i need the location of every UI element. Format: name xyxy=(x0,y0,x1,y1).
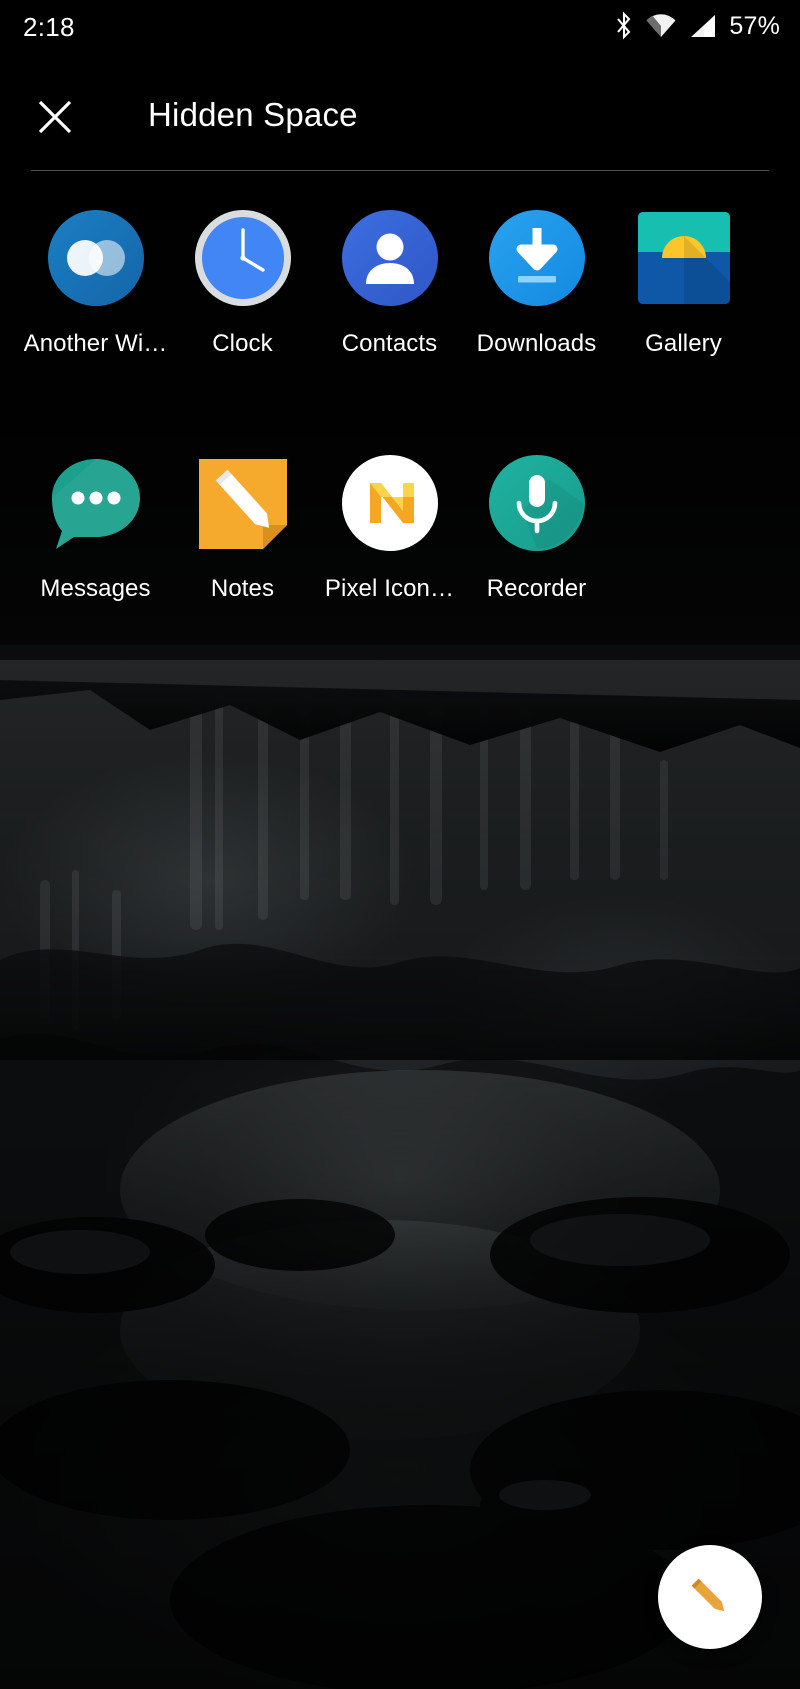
app-item-contacts[interactable]: Contacts xyxy=(316,186,463,431)
app-item-notes[interactable]: Notes xyxy=(169,431,316,676)
gallery-icon xyxy=(634,208,734,308)
close-icon xyxy=(38,100,72,134)
app-label: Messages xyxy=(40,575,151,602)
bluetooth-icon xyxy=(617,11,631,40)
recorder-icon xyxy=(487,453,587,553)
messages-icon xyxy=(46,453,146,553)
another-widget-icon xyxy=(46,208,146,308)
app-item-messages[interactable]: Messages xyxy=(22,431,169,676)
cell-signal-icon xyxy=(691,15,716,37)
app-label: Another Wi… xyxy=(23,330,168,357)
app-label: Gallery xyxy=(645,330,722,357)
app-item-downloads[interactable]: Downloads xyxy=(463,186,610,431)
app-grid: Another Wi… Clock Contacts Downloads Gal… xyxy=(0,186,800,676)
close-button[interactable] xyxy=(33,95,77,139)
notes-icon xyxy=(193,453,293,553)
pixel-icon-pack-icon xyxy=(340,453,440,553)
app-item-recorder[interactable]: Recorder xyxy=(463,431,610,676)
app-item-pixel-icon-pack[interactable]: Pixel Icon… xyxy=(316,431,463,676)
app-label: Recorder xyxy=(486,575,587,602)
app-row: Messages Notes Pixel Icon… Recorder xyxy=(0,431,800,676)
app-item-gallery[interactable]: Gallery xyxy=(610,186,757,431)
app-label: Contacts xyxy=(341,330,438,357)
status-icons: 57% xyxy=(614,11,780,41)
app-label: Clock xyxy=(212,330,273,357)
page-title: Hidden Space xyxy=(148,96,358,133)
clock-icon xyxy=(193,208,293,308)
header-divider xyxy=(31,170,769,171)
status-bar: 2:18 57% xyxy=(0,0,800,62)
downloads-icon xyxy=(487,208,587,308)
app-label: Downloads xyxy=(476,330,597,357)
app-slot-empty xyxy=(610,431,757,676)
app-row: Another Wi… Clock Contacts Downloads Gal… xyxy=(0,186,800,431)
header: Hidden Space xyxy=(0,62,800,172)
status-time: 2:18 xyxy=(23,12,75,42)
app-item-another-widget[interactable]: Another Wi… xyxy=(22,186,169,431)
edit-fab-button[interactable] xyxy=(658,1545,762,1649)
pencil-edit-icon xyxy=(691,1578,725,1612)
wifi-icon xyxy=(646,14,676,37)
app-label: Pixel Icon… xyxy=(324,575,455,602)
app-item-clock[interactable]: Clock xyxy=(169,186,316,431)
app-label: Notes xyxy=(210,575,275,602)
contacts-icon xyxy=(340,208,440,308)
battery-percent: 57% xyxy=(729,11,780,40)
